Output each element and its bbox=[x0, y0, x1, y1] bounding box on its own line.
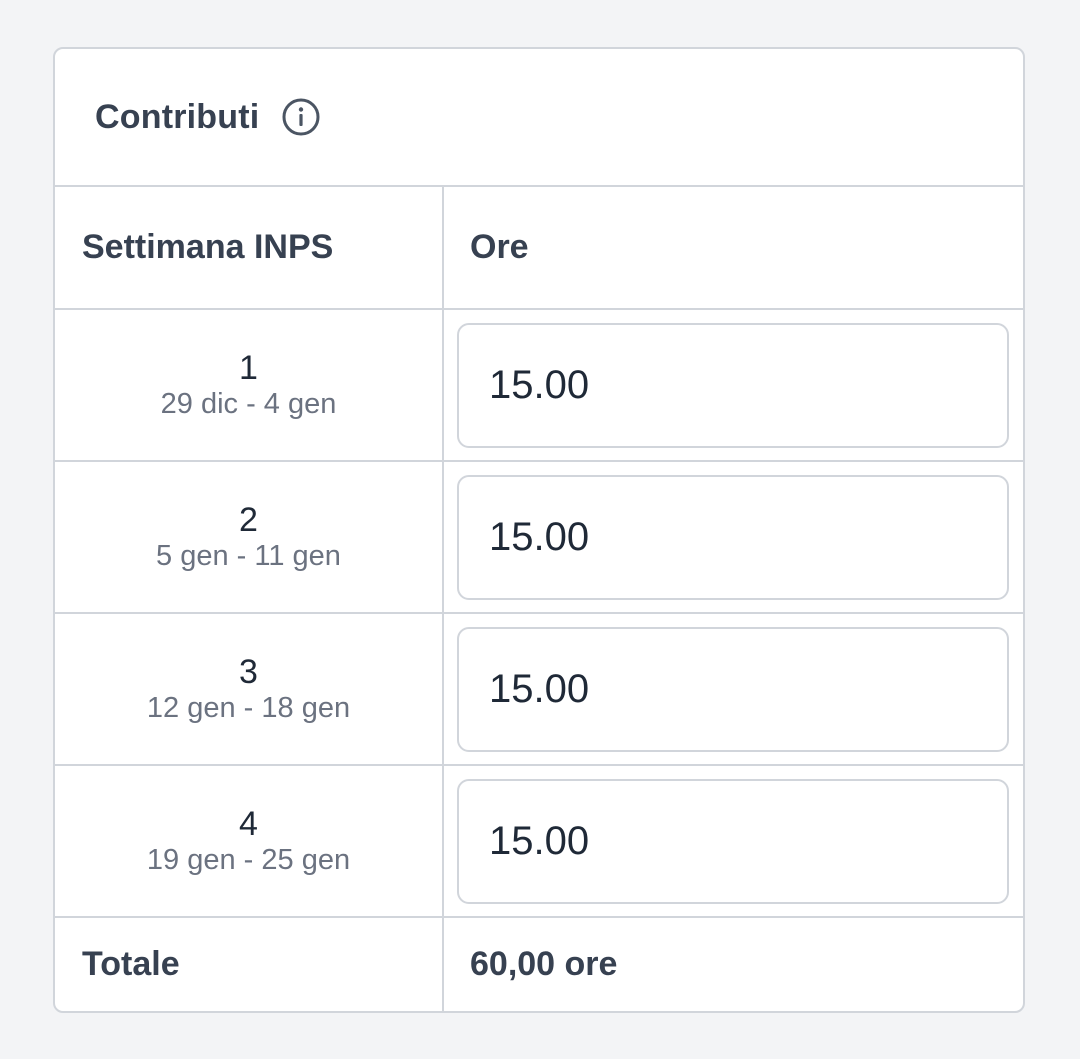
total-value: 60,00 ore bbox=[470, 945, 618, 983]
hours-cell bbox=[443, 765, 1023, 918]
week-number: 4 bbox=[239, 805, 258, 843]
week-date-range: 5 gen - 11 gen bbox=[156, 540, 341, 572]
week-number: 3 bbox=[239, 653, 258, 691]
week-date-range: 29 dic - 4 gen bbox=[160, 388, 337, 420]
card-header: Contributi bbox=[55, 49, 1023, 187]
week-cell: 4 19 gen - 25 gen bbox=[55, 765, 444, 918]
total-label: Totale bbox=[55, 917, 444, 1011]
week-cell: 2 5 gen - 11 gen bbox=[55, 461, 444, 614]
column-header-week: Settimana INPS bbox=[55, 187, 444, 310]
contributions-card: Contributi Settimana INPS Ore 1 29 dic -… bbox=[53, 47, 1025, 1013]
week-date-range: 19 gen - 25 gen bbox=[146, 844, 351, 876]
hours-cell bbox=[443, 613, 1023, 766]
hours-input[interactable] bbox=[457, 322, 1009, 448]
column-header-hours: Ore bbox=[443, 187, 1023, 310]
table-row: 1 29 dic - 4 gen bbox=[55, 309, 1023, 462]
week-number: 2 bbox=[239, 501, 258, 539]
info-icon[interactable] bbox=[281, 97, 321, 137]
hours-cell bbox=[443, 309, 1023, 462]
hours-input[interactable] bbox=[457, 778, 1009, 904]
table-header-row: Settimana INPS Ore bbox=[55, 187, 1023, 310]
table-row: 4 19 gen - 25 gen bbox=[55, 765, 1023, 918]
week-cell: 3 12 gen - 18 gen bbox=[55, 613, 444, 766]
week-date-range: 12 gen - 18 gen bbox=[146, 692, 351, 724]
table-row: 2 5 gen - 11 gen bbox=[55, 461, 1023, 614]
week-cell: 1 29 dic - 4 gen bbox=[55, 309, 444, 462]
contributions-table: Settimana INPS Ore 1 29 dic - 4 gen 2 5 … bbox=[55, 187, 1023, 1011]
hours-cell bbox=[443, 461, 1023, 614]
total-row: Totale 60,00 ore bbox=[55, 917, 1023, 1011]
week-number: 1 bbox=[239, 349, 258, 387]
card-title: Contributi bbox=[95, 97, 260, 136]
hours-input[interactable] bbox=[457, 474, 1009, 600]
hours-input[interactable] bbox=[457, 626, 1009, 752]
table-row: 3 12 gen - 18 gen bbox=[55, 613, 1023, 766]
